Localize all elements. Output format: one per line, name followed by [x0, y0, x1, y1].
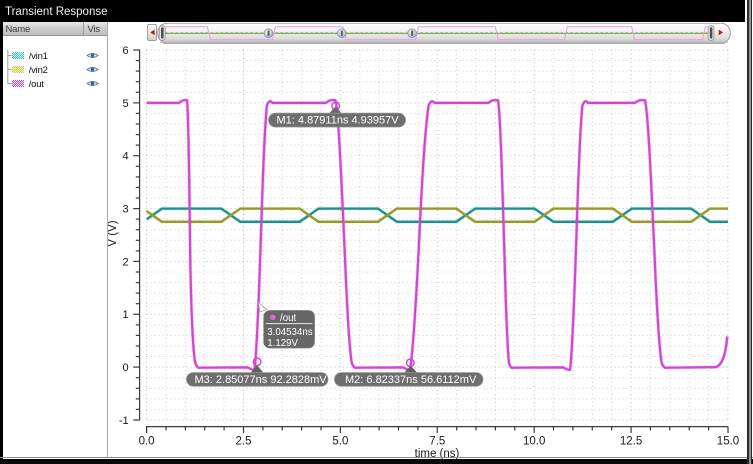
svg-text:12.5: 12.5	[620, 436, 642, 448]
svg-text:3.04534ns: 3.04534ns	[267, 327, 312, 338]
svg-text:10.0: 10.0	[523, 436, 545, 448]
svg-text:1.129V: 1.129V	[267, 338, 298, 349]
svg-text:0: 0	[122, 362, 128, 374]
svg-text:6: 6	[122, 45, 128, 57]
svg-text:M1: 4.87911ns 4.93957V: M1: 4.87911ns 4.93957V	[277, 115, 400, 127]
svg-text:3: 3	[122, 204, 128, 216]
svg-text:2: 2	[122, 256, 128, 268]
svg-text:15.0: 15.0	[717, 436, 739, 448]
svg-text:4: 4	[122, 151, 128, 163]
svg-text:1: 1	[122, 309, 128, 321]
svg-text:/out: /out	[280, 313, 296, 324]
svg-text:M3: 2.85077ns 92.2828mV: M3: 2.85077ns 92.2828mV	[195, 374, 328, 386]
svg-text:V (V): V (V)	[107, 220, 119, 246]
svg-text:5: 5	[122, 98, 128, 110]
svg-text:7.5: 7.5	[429, 436, 445, 448]
svg-text:2.5: 2.5	[236, 436, 252, 448]
svg-text:M2: 6.82337ns 56.6112mV: M2: 6.82337ns 56.6112mV	[345, 374, 477, 386]
svg-text:-1: -1	[119, 415, 129, 427]
svg-text:5.0: 5.0	[332, 436, 348, 448]
svg-text:0.0: 0.0	[139, 436, 155, 448]
